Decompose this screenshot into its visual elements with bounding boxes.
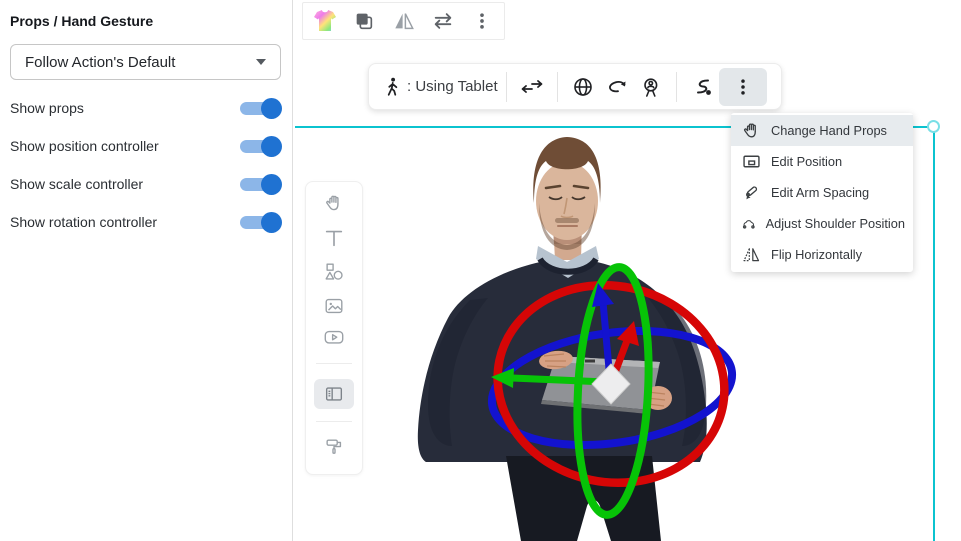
props-hand-gesture-screen: { "panel": { "title": "Props / Hand Gest… bbox=[0, 0, 961, 541]
more-vertical-icon bbox=[740, 78, 745, 95]
toolbar-separator bbox=[675, 71, 677, 102]
paint-roller-tool-button[interactable] bbox=[322, 435, 346, 459]
avatar-canvas[interactable] bbox=[395, 90, 785, 541]
show-props-toggle[interactable] bbox=[240, 97, 282, 119]
more-button[interactable] bbox=[469, 8, 495, 34]
menu-item-label: Edit Position bbox=[771, 154, 843, 169]
dropdown-value: Follow Action's Default bbox=[25, 53, 176, 71]
text-tool-icon bbox=[325, 230, 343, 247]
video-tool-button[interactable] bbox=[322, 325, 346, 349]
menu-item-label: Change Hand Props bbox=[771, 123, 887, 138]
palette-divider bbox=[316, 421, 352, 422]
hand-tool-button[interactable] bbox=[322, 191, 346, 215]
width-arrows-button[interactable] bbox=[515, 68, 549, 106]
menu-item-adjust-shoulder-position[interactable]: Adjust Shoulder Position bbox=[731, 208, 913, 239]
rotate-button[interactable] bbox=[600, 68, 634, 106]
hand-icon bbox=[743, 123, 756, 138]
toggle-row-show-position: Show position controller bbox=[10, 134, 282, 158]
flip-button[interactable] bbox=[391, 8, 417, 34]
menu-item-label: Flip Horizontally bbox=[771, 247, 863, 262]
shirt-color-icon bbox=[314, 10, 336, 31]
props-settings-panel: Props / Hand Gesture Follow Action's Def… bbox=[0, 0, 292, 541]
flip-triangles-icon bbox=[743, 248, 760, 262]
menu-item-edit-arm-spacing[interactable]: Edit Arm Spacing bbox=[731, 177, 913, 208]
panel-title: Props / Hand Gesture bbox=[10, 13, 154, 29]
inspect-person-icon bbox=[643, 77, 658, 97]
paint-roller-tool-icon bbox=[326, 439, 342, 454]
menu-item-change-hand-props[interactable]: Change Hand Props bbox=[731, 115, 913, 146]
flip-horizontal-icon bbox=[394, 13, 414, 30]
duplicate-button[interactable] bbox=[351, 8, 377, 34]
current-prop-button[interactable]: : Using Tablet bbox=[381, 75, 498, 99]
toggle-label: Show scale controller bbox=[10, 176, 144, 192]
menu-item-label: Edit Arm Spacing bbox=[771, 185, 870, 200]
swap-arrows-icon bbox=[434, 13, 451, 29]
gizmo-axis-green[interactable] bbox=[511, 374, 607, 386]
width-arrows-icon bbox=[521, 79, 543, 93]
image-tool-button[interactable] bbox=[322, 294, 346, 318]
image-tool-icon bbox=[325, 298, 343, 314]
shapes-tool-button[interactable] bbox=[322, 260, 346, 284]
shapes-tool-icon bbox=[325, 263, 343, 280]
toggle-label: Show rotation controller bbox=[10, 214, 158, 230]
show-scale-controller-toggle[interactable] bbox=[240, 173, 282, 195]
menu-item-flip-horizontally[interactable]: Flip Horizontally bbox=[731, 239, 913, 270]
chevron-down-icon bbox=[256, 59, 266, 65]
orbit-globe-icon bbox=[573, 77, 592, 96]
menu-item-label: Adjust Shoulder Position bbox=[765, 216, 905, 231]
duplicate-icon bbox=[356, 13, 373, 30]
rotate-arrow-icon bbox=[608, 80, 626, 92]
position-frame-icon bbox=[743, 155, 760, 168]
swap-button[interactable] bbox=[430, 8, 456, 34]
selection-corner-handle[interactable] bbox=[927, 120, 940, 133]
more-vertical-icon bbox=[480, 13, 484, 29]
current-prop-label: : Using Tablet bbox=[407, 78, 498, 95]
toggle-label: Show props bbox=[10, 100, 84, 116]
shirt-color-button[interactable] bbox=[312, 8, 338, 34]
toggle-row-show-scale: Show scale controller bbox=[10, 172, 282, 196]
palette-divider bbox=[316, 363, 352, 364]
motion-path-icon bbox=[696, 79, 711, 95]
avatar-mustache bbox=[555, 218, 579, 223]
layout-tool-icon bbox=[325, 387, 343, 401]
shoulders-icon bbox=[742, 220, 755, 229]
layout-tool-button[interactable] bbox=[322, 382, 346, 406]
video-tool-icon bbox=[324, 330, 344, 344]
hand-gesture-dropdown[interactable]: Follow Action's Default bbox=[10, 44, 281, 80]
selection-border-right bbox=[933, 127, 935, 541]
toolbar-separator bbox=[505, 71, 507, 102]
arm-cursor-icon bbox=[746, 186, 758, 200]
walking-person-icon bbox=[387, 77, 398, 96]
show-position-controller-toggle[interactable] bbox=[240, 135, 282, 157]
text-tool-button[interactable] bbox=[322, 226, 346, 250]
show-rotation-controller-toggle[interactable] bbox=[240, 211, 282, 233]
inspect-person-button[interactable] bbox=[634, 68, 668, 106]
object-toolbar bbox=[302, 2, 505, 40]
more-actions-button[interactable] bbox=[718, 67, 767, 106]
toggle-label: Show position controller bbox=[10, 138, 159, 154]
tool-palette bbox=[305, 181, 363, 475]
action-toolbar: : Using Tablet bbox=[368, 63, 782, 110]
orbit-globe-button[interactable] bbox=[566, 68, 600, 106]
menu-item-edit-position[interactable]: Edit Position bbox=[731, 146, 913, 177]
hand-tool-icon bbox=[326, 195, 339, 211]
motion-path-button[interactable] bbox=[685, 68, 719, 106]
toggle-row-show-rotation: Show rotation controller bbox=[10, 210, 282, 234]
toggle-row-show-props: Show props bbox=[10, 96, 282, 120]
toolbar-separator bbox=[556, 71, 558, 102]
hand-props-context-menu: Change Hand Props Edit Position Edit Arm… bbox=[731, 113, 913, 272]
